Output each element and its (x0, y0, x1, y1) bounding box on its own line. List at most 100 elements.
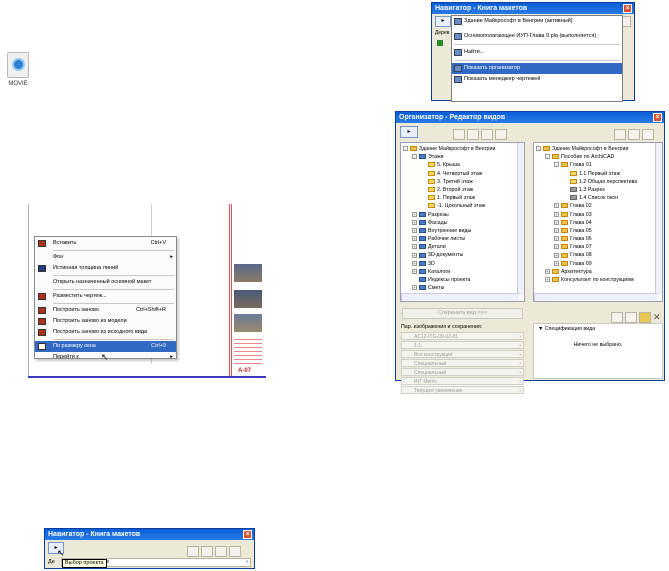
close-icon[interactable]: × (653, 113, 662, 122)
tree-item[interactable]: + Сметы (403, 284, 524, 292)
tree-item[interactable]: 1.1 Первый этаж (536, 170, 662, 178)
tree-item[interactable]: - Этажи (403, 153, 524, 161)
close-icon[interactable]: × (623, 4, 632, 13)
param-field[interactable]: Специальный (401, 368, 524, 377)
expand-icon[interactable]: + (554, 236, 559, 242)
dropdown-item[interactable]: Найти... (452, 47, 622, 58)
project-map-button[interactable] (453, 129, 465, 141)
tree-item[interactable]: + Разрезы (403, 211, 524, 219)
expand-icon[interactable]: + (412, 268, 417, 274)
param-field[interactable]: Текущее увеличение (401, 386, 524, 395)
right-vertical-scrollbar[interactable] (655, 143, 662, 295)
param-field[interactable]: INT Metric (401, 377, 524, 386)
tree-item[interactable]: 4. Четвертый этаж (403, 170, 524, 178)
tree-item[interactable]: 3. Третий этаж (403, 178, 524, 186)
project-map-button[interactable] (187, 546, 199, 558)
param-field[interactable]: AC12-ITG-09-02-01 (401, 332, 524, 341)
left-horizontal-scrollbar[interactable] (401, 293, 519, 301)
tree-item[interactable]: - Здание Майкрософт в Венгрии (536, 145, 662, 153)
expand-icon[interactable]: + (412, 227, 417, 233)
menu-item[interactable]: Построить заново из исходного вида (35, 327, 176, 338)
menu-item[interactable]: Вставить Ctrl+V (35, 238, 176, 249)
tree-item[interactable]: + Глава 03 (536, 211, 662, 219)
collapse-icon[interactable]: - (554, 162, 559, 168)
menu-item[interactable]: Открыть назначенный основной макет (35, 277, 176, 288)
view-map-button[interactable] (201, 546, 213, 558)
clone-icon[interactable] (625, 312, 637, 324)
menu-item[interactable]: По размеру окна Ctrl+9 (35, 341, 176, 352)
expand-icon[interactable]: + (412, 236, 417, 242)
expand-icon[interactable]: + (554, 219, 559, 225)
tree-item[interactable]: + Каталоги (403, 268, 524, 276)
expand-icon[interactable]: + (412, 285, 417, 291)
tree-item[interactable]: + Архитектура (536, 268, 662, 276)
project-select-button[interactable]: ▸ (435, 16, 451, 27)
tree-item[interactable]: 1.4 Список окон (536, 194, 662, 202)
dropdown-item[interactable]: Здание Майкрософт в Венгрии (активный) (452, 16, 622, 27)
menu-item[interactable]: Построить заново из модели (35, 316, 176, 327)
tree-item[interactable]: 1. Первый этаж (403, 194, 524, 202)
close-icon[interactable]: × (243, 530, 252, 539)
settings-icon[interactable] (639, 312, 651, 324)
tree-item[interactable]: + Внутренние виды (403, 227, 524, 235)
tree-item[interactable]: +3D (403, 260, 524, 268)
tree-item[interactable]: - Здание Майкрософт в Венгрии (403, 145, 524, 153)
publisher-button[interactable] (495, 129, 507, 141)
tree-item[interactable]: +3D-документы (403, 251, 524, 259)
tree-item[interactable]: + Глава 04 (536, 219, 662, 227)
param-field[interactable]: Вся конструкция (401, 350, 524, 359)
layout-book-button[interactable] (481, 129, 493, 141)
expand-icon[interactable]: + (412, 219, 417, 225)
expand-icon[interactable]: + (545, 268, 550, 274)
tree-item[interactable]: -1. Цокольный этаж (403, 202, 524, 210)
collapse-icon[interactable]: - (536, 146, 541, 152)
menu-item[interactable]: Построить заново Ctrl+Shift+R (35, 305, 176, 316)
expand-icon[interactable]: + (554, 227, 559, 233)
tree-item[interactable]: + Глава 07 (536, 243, 662, 251)
tree-item[interactable]: + Глава 09 (536, 260, 662, 268)
layout-book-button-right[interactable] (628, 129, 640, 141)
expand-icon[interactable]: + (554, 211, 559, 217)
dropdown-item[interactable]: Основополагающее ИУП-Глава 9.pla (выполн… (452, 31, 622, 42)
menu-item[interactable]: Разместить чертеж... (35, 291, 176, 302)
expand-icon[interactable]: + (412, 211, 417, 217)
tree-item[interactable]: 1.2 Общая перспектива (536, 178, 662, 186)
left-vertical-scrollbar[interactable] (517, 143, 524, 295)
tree-item[interactable]: 1.3 Разрез (536, 186, 662, 194)
expand-icon[interactable]: + (554, 252, 559, 258)
tree-item[interactable]: + Фасады (403, 219, 524, 227)
tree-item[interactable]: Индексы проекта (403, 276, 524, 284)
tree-item[interactable]: + Консультант по конструкциям (536, 276, 662, 284)
project-select-button[interactable]: ▸ (400, 126, 418, 138)
collapse-icon[interactable]: - (412, 154, 417, 160)
param-field[interactable]: Специальный (401, 359, 524, 368)
menu-item[interactable]: Фон ▸ (35, 252, 176, 263)
expand-icon[interactable]: + (554, 203, 559, 209)
delete-icon[interactable]: ✕ (653, 312, 661, 323)
movie-file-icon[interactable]: MOVIE (5, 52, 31, 92)
expand-icon[interactable]: + (545, 277, 550, 283)
publisher-button-right[interactable] (642, 129, 654, 141)
expand-icon[interactable]: + (554, 244, 559, 250)
tree-item[interactable]: + Рабочие листы (403, 235, 524, 243)
publisher-button[interactable] (229, 546, 241, 558)
dropdown-item[interactable]: Показать организатор (452, 63, 622, 74)
spec-header[interactable]: ▼ Спецификация вида (534, 324, 662, 332)
expand-icon[interactable]: + (412, 260, 417, 266)
view-map-button-right[interactable] (614, 129, 626, 141)
view-map-button[interactable] (467, 129, 479, 141)
dropdown-item[interactable]: Показать менеджер чертежей (452, 74, 622, 85)
save-view-button[interactable]: Сохранить вид >>> (402, 308, 523, 319)
tree-item[interactable]: + Глава 06 (536, 235, 662, 243)
tree-item[interactable]: 5. Крыша (403, 161, 524, 169)
expand-icon[interactable]: + (412, 244, 417, 250)
param-field[interactable]: 1:1 (401, 341, 524, 350)
tree-item[interactable]: + Глава 08 (536, 251, 662, 259)
tree-item[interactable]: + Детали (403, 243, 524, 251)
collapse-icon[interactable]: - (403, 146, 408, 152)
menu-item[interactable]: Истинная толщина линий (35, 263, 176, 274)
right-horizontal-scrollbar[interactable] (534, 293, 657, 301)
new-folder-icon[interactable] (611, 312, 623, 324)
expand-icon[interactable]: + (554, 260, 559, 266)
collapse-icon[interactable]: - (545, 154, 550, 160)
